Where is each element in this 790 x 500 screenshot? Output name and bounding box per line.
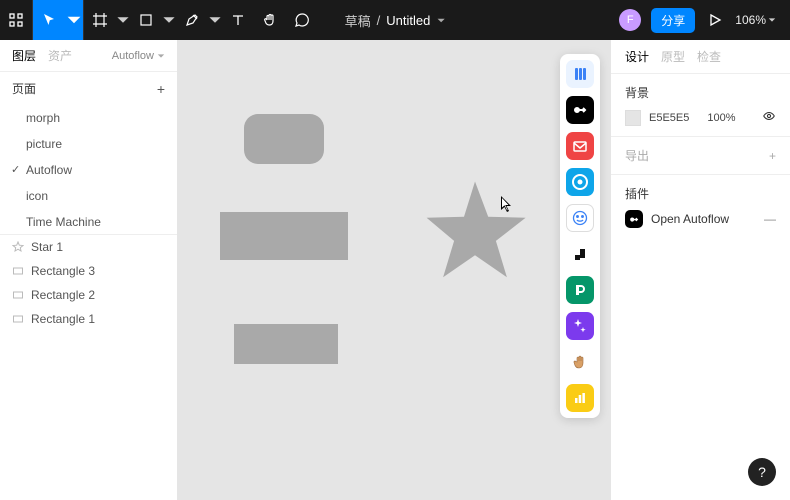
bg-swatch[interactable] [625, 110, 641, 126]
dock-item-shape[interactable] [566, 240, 594, 268]
page-item[interactable]: Time Machine [0, 209, 177, 235]
layer-item[interactable]: Star 1 [0, 235, 177, 259]
avatar[interactable]: F [619, 9, 641, 31]
tab-design[interactable]: 设计 [625, 48, 649, 65]
layer-label: Rectangle 3 [31, 262, 95, 280]
rect-outline-icon [12, 313, 24, 325]
plugins-header: 插件 [625, 185, 649, 202]
document-title[interactable]: Untitled [386, 13, 430, 28]
share-button[interactable]: 分享 [651, 8, 695, 33]
frame-tool-button[interactable] [84, 0, 116, 40]
cursor-icon [500, 195, 514, 213]
page-item[interactable]: Autoflow [0, 157, 177, 183]
layer-label: Rectangle 1 [31, 310, 95, 328]
add-page-button[interactable]: + [157, 81, 165, 97]
plugin-dock [560, 54, 600, 418]
rect-icon [12, 289, 24, 301]
dock-item-smile[interactable] [566, 204, 594, 232]
canvas-shape-star[interactable] [420, 176, 530, 286]
tab-assets[interactable]: 资产 [48, 47, 72, 64]
rect-icon [12, 265, 24, 277]
dock-item-record[interactable] [566, 168, 594, 196]
page-item[interactable]: morph [0, 105, 177, 131]
move-tool-button[interactable] [33, 0, 65, 40]
bg-header: 背景 [625, 84, 649, 101]
plugin-open-autoflow[interactable]: Open Autoflow — [625, 210, 776, 228]
pages-header: 页面 [12, 80, 36, 97]
breadcrumb-sep: / [377, 13, 381, 28]
tab-prototype[interactable]: 原型 [661, 48, 685, 65]
frame-tool-chevron[interactable] [116, 0, 130, 40]
chevron-down-icon [157, 52, 165, 60]
present-button[interactable] [705, 0, 725, 40]
dock-item-pexels[interactable] [566, 276, 594, 304]
dock-item-autoflow[interactable] [566, 96, 594, 124]
breadcrumb-prefix[interactable]: 草稿 [345, 11, 371, 30]
chevron-down-icon [768, 16, 776, 24]
layer-item[interactable]: Rectangle 2 [0, 283, 177, 307]
plugin-label: Open Autoflow [651, 212, 729, 226]
remove-plugin-button[interactable]: — [764, 212, 776, 226]
bg-hex[interactable]: E5E5E5 [649, 112, 689, 124]
move-tool-chevron[interactable] [65, 0, 83, 40]
bg-opacity[interactable]: 100% [707, 112, 735, 124]
pen-tool-button[interactable] [176, 0, 208, 40]
main-menu-button[interactable] [0, 0, 32, 40]
canvas-shape-rounded-rect[interactable] [244, 114, 324, 164]
canvas[interactable] [178, 40, 610, 500]
add-export-button[interactable]: + [769, 149, 776, 163]
comment-tool-button[interactable] [286, 0, 318, 40]
layer-label: Rectangle 2 [31, 286, 95, 304]
dock-item-mail[interactable] [566, 132, 594, 160]
layer-label: Star 1 [31, 238, 63, 256]
chevron-down-icon[interactable] [436, 16, 445, 25]
pen-tool-chevron[interactable] [208, 0, 222, 40]
canvas-shape-rect-3[interactable] [234, 324, 338, 364]
text-tool-button[interactable] [222, 0, 254, 40]
page-item[interactable]: picture [0, 131, 177, 157]
zoom-control[interactable]: 106% [735, 13, 776, 27]
star-icon [12, 241, 24, 253]
page-item[interactable]: icon [0, 183, 177, 209]
autoflow-plugin-icon [625, 210, 643, 228]
shape-tool-button[interactable] [130, 0, 162, 40]
dock-item-layers[interactable] [566, 60, 594, 88]
canvas-shape-rect-2[interactable] [220, 212, 348, 260]
layer-item[interactable]: Rectangle 3 [0, 259, 177, 283]
dock-item-wand[interactable] [566, 312, 594, 340]
layer-item[interactable]: Rectangle 1 [0, 307, 177, 331]
hand-tool-button[interactable] [254, 0, 286, 40]
tab-inspect[interactable]: 检查 [697, 48, 721, 65]
autoflow-dropdown[interactable]: Autoflow [112, 50, 165, 62]
help-button[interactable]: ? [748, 458, 776, 486]
dock-item-chart[interactable] [566, 384, 594, 412]
export-header: 导出 [625, 147, 649, 164]
tab-layers[interactable]: 图层 [12, 47, 36, 64]
visibility-toggle[interactable] [762, 109, 776, 126]
shape-tool-chevron[interactable] [162, 0, 176, 40]
dock-item-hand[interactable] [566, 348, 594, 376]
